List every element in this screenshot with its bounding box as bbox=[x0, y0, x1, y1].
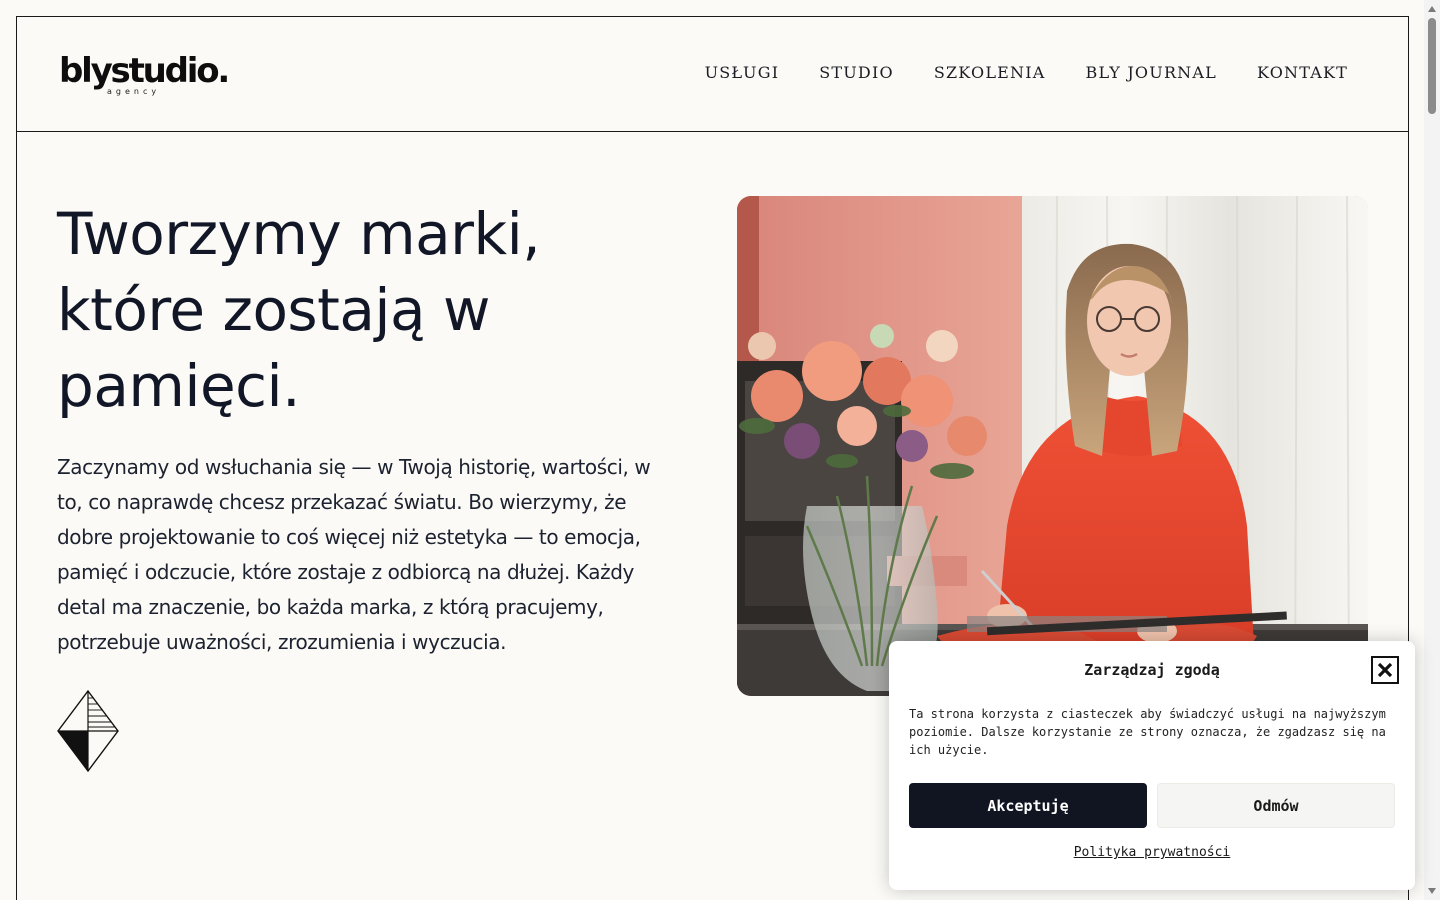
scrollbar[interactable] bbox=[1424, 0, 1440, 900]
woman-with-flowers-photo bbox=[737, 196, 1368, 696]
deny-button[interactable]: Odmów bbox=[1157, 783, 1395, 828]
privacy-policy: Polityka prywatności bbox=[889, 845, 1415, 860]
accept-button[interactable]: Akceptuję bbox=[909, 783, 1147, 828]
main-nav: USŁUGI STUDIO SZKOLENIA BLY JOURNAL KONT… bbox=[705, 63, 1348, 82]
nav-item-bly-journal[interactable]: BLY JOURNAL bbox=[1086, 63, 1217, 82]
privacy-policy-link[interactable]: Polityka prywatności bbox=[1074, 845, 1231, 860]
diamond-icon bbox=[57, 690, 119, 772]
logo[interactable]: blystudio. agency bbox=[59, 51, 230, 101]
hero-title: Tworzymy marki, które zostają w pamięci. bbox=[57, 200, 541, 420]
logo-wordmark: blystudio. bbox=[59, 51, 230, 91]
close-button[interactable] bbox=[1371, 656, 1399, 684]
site-header: blystudio. agency USŁUGI STUDIO SZKOLENI… bbox=[17, 17, 1408, 132]
consent-text: Ta strona korzysta z ciasteczek aby świa… bbox=[909, 707, 1386, 757]
hero-photo bbox=[737, 196, 1368, 696]
nav-item-uslugi[interactable]: USŁUGI bbox=[705, 63, 780, 82]
nav-item-szkolenia[interactable]: SZKOLENIA bbox=[934, 63, 1046, 82]
close-icon bbox=[1377, 662, 1393, 678]
logo-subtitle: agency bbox=[107, 87, 161, 96]
nav-item-kontakt[interactable]: KONTAKT bbox=[1257, 63, 1348, 82]
nav-item-studio[interactable]: STUDIO bbox=[819, 63, 894, 82]
cookie-consent-dialog: Zarządzaj zgodą Ta strona korzysta z cia… bbox=[889, 641, 1415, 890]
hero-paragraph: Zaczynamy od wsłuchania się — w Twoją hi… bbox=[57, 455, 651, 654]
scroll-thumb[interactable] bbox=[1428, 18, 1436, 114]
consent-title: Zarządzaj zgodą bbox=[1084, 661, 1220, 679]
scroll-down-icon[interactable] bbox=[1428, 888, 1436, 894]
scroll-up-icon[interactable] bbox=[1428, 6, 1436, 12]
